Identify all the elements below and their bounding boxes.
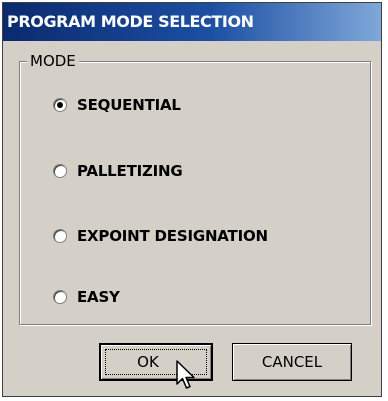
mouse-pointer-icon [176, 360, 195, 389]
radio-option-easy[interactable]: EASY [53, 285, 120, 309]
radio-selected-dot [57, 102, 63, 108]
radio-option-sequential[interactable]: SEQUENTIAL [53, 93, 181, 117]
radio-label-palletizing: PALLETIZING [77, 162, 183, 180]
radio-option-expoint-designation[interactable]: EXPOINT DESIGNATION [53, 224, 268, 248]
dialog-title: PROGRAM MODE SELECTION [3, 3, 381, 41]
radio-label-easy: EASY [77, 288, 120, 306]
radio-button-icon[interactable] [53, 229, 67, 243]
radio-option-palletizing[interactable]: PALLETIZING [53, 159, 183, 183]
radio-button-icon[interactable] [53, 290, 67, 304]
cancel-button[interactable]: CANCEL [232, 343, 352, 381]
program-mode-dialog: PROGRAM MODE SELECTION MODE SEQUENTIAL P… [2, 2, 382, 397]
cancel-button-label: CANCEL [261, 353, 323, 371]
radio-label-expoint-designation: EXPOINT DESIGNATION [77, 227, 268, 245]
radio-label-sequential: SEQUENTIAL [77, 96, 181, 114]
mode-group-label: MODE [27, 51, 79, 71]
radio-button-icon[interactable] [53, 164, 67, 178]
radio-button-icon[interactable] [53, 98, 67, 112]
